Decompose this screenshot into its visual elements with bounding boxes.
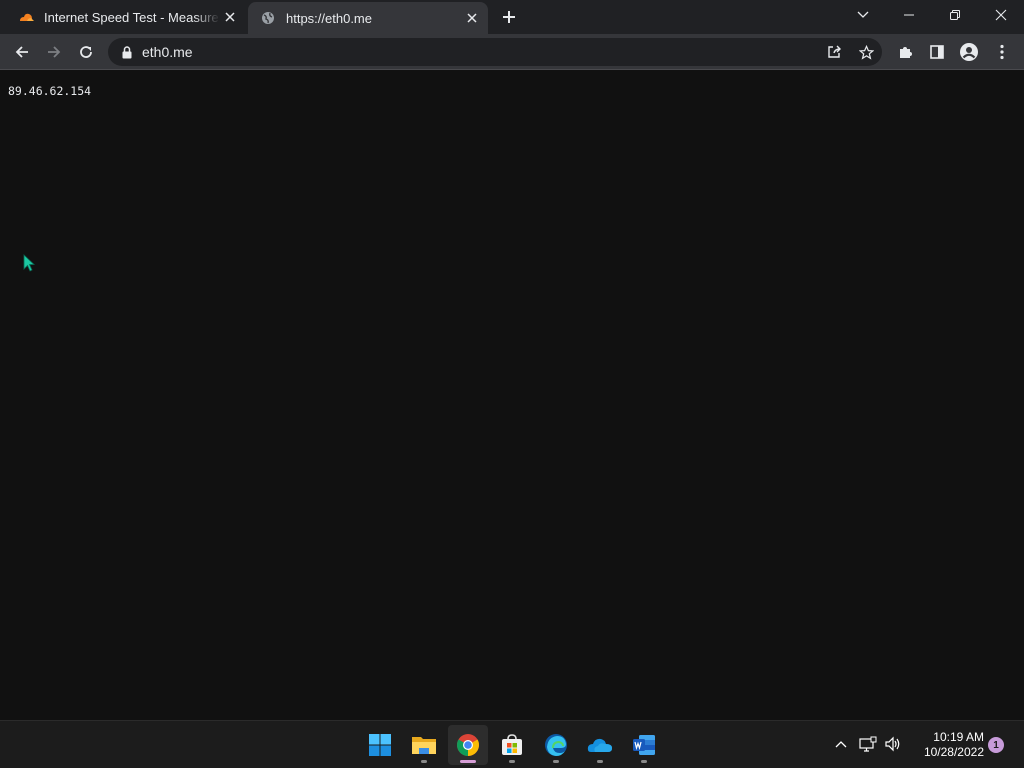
- globe-icon: [260, 10, 276, 26]
- menu-icon: [1000, 44, 1004, 60]
- chrome-icon: [457, 734, 479, 756]
- close-tab-icon[interactable]: [464, 10, 480, 26]
- store-icon: [502, 734, 522, 755]
- back-icon: [15, 46, 28, 58]
- taskbar-microsoft-store[interactable]: [492, 725, 532, 765]
- clock-date: 10/28/2022: [923, 745, 984, 759]
- start-button[interactable]: [360, 725, 400, 765]
- url-text[interactable]: eth0.me: [142, 44, 193, 60]
- edge-icon: [545, 734, 567, 756]
- restore-icon: [950, 10, 960, 20]
- running-indicator: [421, 760, 427, 763]
- minimize-button[interactable]: [886, 0, 932, 30]
- show-hidden-icons-button[interactable]: [830, 733, 852, 755]
- windows-taskbar: 10:19 AM 10/28/2022 1: [0, 720, 1024, 768]
- chrome-menu-button[interactable]: [989, 39, 1015, 65]
- taskbar-edge[interactable]: [536, 725, 576, 765]
- close-icon: [995, 9, 1007, 21]
- clock[interactable]: 10:19 AM 10/28/2022: [908, 730, 984, 760]
- restore-button[interactable]: [932, 0, 978, 30]
- notification-badge[interactable]: 1: [988, 737, 1004, 753]
- tab-strip: Internet Speed Test - Measure Network Pe…: [0, 0, 1024, 34]
- forward-icon: [48, 46, 61, 58]
- tab-title: Internet Speed Test - Measure Network Pe…: [44, 9, 220, 25]
- ip-address-text: 89.46.62.154: [8, 84, 92, 98]
- reload-button[interactable]: [73, 39, 99, 65]
- side-panel-icon: [930, 45, 944, 59]
- tab-cloudflare-speed-test[interactable]: Internet Speed Test - Measure Network Pe…: [0, 0, 246, 34]
- side-panel-button[interactable]: [924, 39, 950, 65]
- page-content: 89.46.62.154: [0, 71, 1024, 720]
- running-indicator: [553, 760, 559, 763]
- close-window-button[interactable]: [978, 0, 1024, 30]
- volume-icon: [885, 736, 900, 752]
- plus-icon: [503, 11, 515, 23]
- taskbar-onedrive[interactable]: [580, 725, 620, 765]
- file-explorer-icon: [412, 737, 436, 754]
- taskbar-chrome[interactable]: [448, 725, 488, 765]
- forward-button[interactable]: [41, 39, 67, 65]
- volume-button[interactable]: [882, 733, 904, 755]
- minimize-icon: [904, 14, 914, 16]
- extensions-button[interactable]: [893, 39, 919, 65]
- close-tab-icon[interactable]: [222, 9, 238, 25]
- onedrive-icon: [587, 738, 612, 752]
- taskbar-file-explorer[interactable]: [404, 725, 444, 765]
- windows-start-icon: [369, 734, 391, 756]
- tab-search-button[interactable]: [840, 0, 886, 30]
- profile-icon: [960, 43, 978, 61]
- running-indicator: [641, 760, 647, 763]
- mouse-cursor-icon: [23, 254, 36, 272]
- clock-time: 10:19 AM: [933, 730, 984, 744]
- reload-icon: [80, 46, 92, 58]
- network-icon: [859, 736, 877, 752]
- bookmark-star-icon[interactable]: [854, 42, 878, 62]
- running-indicator: [460, 760, 476, 763]
- running-indicator: [509, 760, 515, 763]
- tab-title: https://eth0.me: [286, 10, 372, 26]
- new-tab-button[interactable]: [498, 6, 520, 28]
- tab-eth0[interactable]: https://eth0.me: [248, 2, 488, 34]
- profile-button[interactable]: [956, 39, 982, 65]
- word-icon: [633, 735, 655, 755]
- running-indicator: [597, 760, 603, 763]
- cloudflare-icon: [18, 9, 34, 25]
- taskbar-word[interactable]: [624, 725, 664, 765]
- chevron-up-icon: [835, 741, 847, 748]
- browser-toolbar: eth0.me: [0, 34, 1024, 70]
- tab-search-icon: [857, 11, 869, 18]
- extensions-icon: [900, 47, 912, 58]
- back-button[interactable]: [9, 39, 35, 65]
- network-button[interactable]: [857, 733, 879, 755]
- address-bar[interactable]: eth0.me: [108, 38, 882, 66]
- share-icon[interactable]: [822, 42, 846, 62]
- lock-icon[interactable]: [120, 45, 134, 59]
